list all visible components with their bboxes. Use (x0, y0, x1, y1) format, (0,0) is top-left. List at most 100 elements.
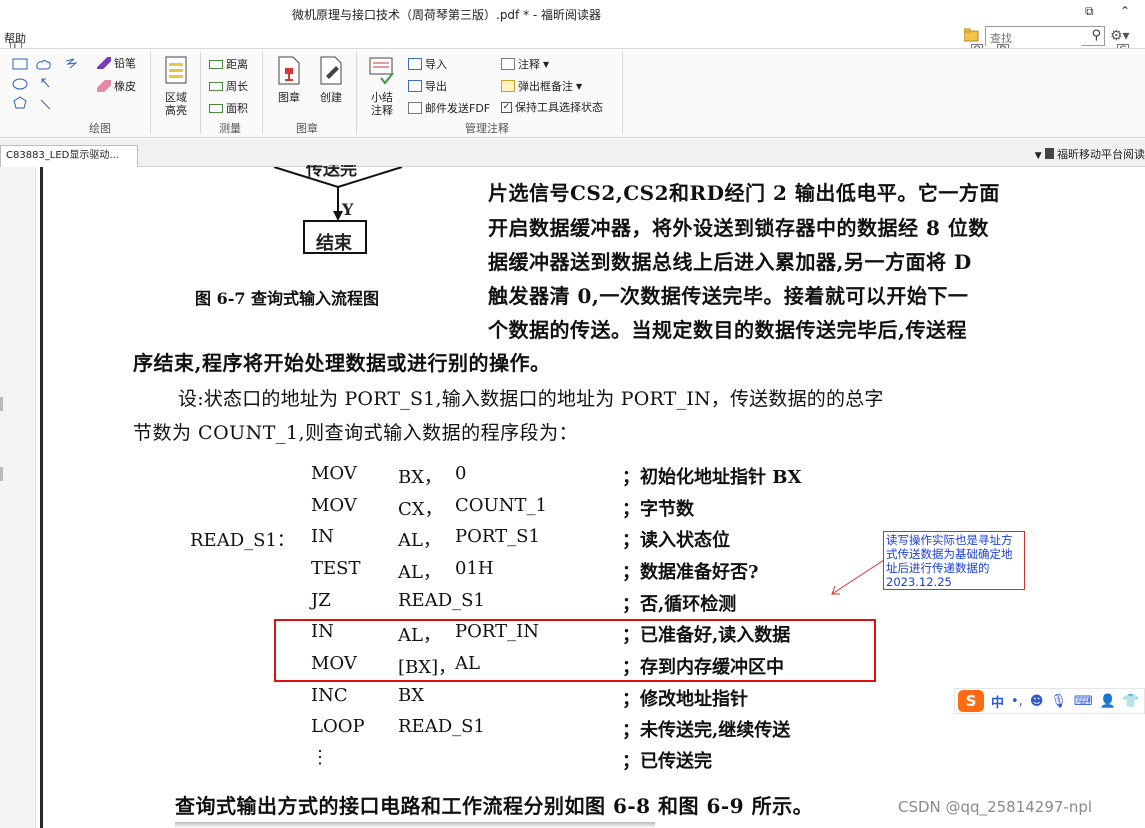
code-op: MOV (311, 495, 357, 516)
distance-button[interactable]: 距离 (209, 56, 248, 72)
document-tab[interactable]: C83883_LED显示驱动... (0, 145, 138, 167)
code-comment: ；读入状态位 (622, 530, 730, 551)
paragraph-line: 节数为 COUNT_1,则查询式输入数据的程序段为： (133, 422, 579, 444)
oval-icon (12, 78, 28, 90)
keep-tool-checkbox[interactable]: ✓ 保持工具选择状态 (501, 99, 603, 115)
code-comment: ；数据准备好否? (622, 562, 759, 583)
perimeter-icon (209, 81, 223, 91)
annotation-arrow (831, 559, 885, 595)
code-comment: ；否,循环检测 (622, 594, 737, 615)
code-op: IN (311, 526, 334, 547)
popup-note-icon (501, 80, 515, 92)
distance-icon (209, 59, 223, 69)
area-icon (209, 103, 223, 113)
paragraph-line: 触发器清 0,一次数据传送完毕。接着就可以开始下一 (488, 284, 969, 308)
search-box[interactable]: ⚲ (985, 26, 1105, 48)
code-arg1: READ_S1 (398, 716, 485, 737)
microphone-icon[interactable]: 🎙 (1050, 694, 1067, 709)
paragraph-line: 设:状态口的地址为 PORT_S1,输入数据口的地址为 PORT_IN，传送数据… (178, 388, 884, 410)
create-stamp-button[interactable]: 创建 (314, 56, 348, 104)
area-button[interactable]: 面积 (209, 100, 248, 116)
ribbon-separator (356, 52, 357, 134)
code-comment: ；初始化地址指针 BX (622, 467, 802, 488)
email-fdf-button[interactable]: 邮件发送FDF (408, 100, 490, 116)
summary-icon (369, 57, 394, 85)
csdn-watermark: CSDN @qq_25814297-npl (898, 798, 1093, 816)
comment-icon (501, 58, 515, 70)
code-arg1: AL， (398, 530, 441, 551)
checkbox-checked-icon: ✓ (501, 101, 512, 113)
import-button[interactable]: 导入 (408, 56, 447, 72)
dropdown-triangle-icon: ▼ (1034, 151, 1045, 161)
figure-caption: 图 6-7 查询式输入流程图 (195, 289, 380, 308)
code-comment: ；字节数 (622, 499, 694, 520)
emoji-icon[interactable]: ☻ (1030, 694, 1044, 709)
cloud-icon (36, 60, 51, 70)
paragraph-line: 序结束,程序将开始处理数据或进行别的操作。 (133, 351, 551, 375)
user-icon[interactable]: 👤 (1100, 694, 1116, 709)
shirt-icon[interactable]: 👕 (1123, 694, 1139, 709)
paragraph-line: 开启数据缓冲器，将外设送到锁存器中的数据经 8 位数 (488, 216, 989, 240)
stamp-button[interactable]: 图章 (272, 56, 306, 104)
tab-bar: C83883_LED显示驱动... ▼ 福昕移动平台阅读 (0, 139, 1145, 167)
code-arg2: 0 (455, 463, 467, 484)
area-highlight-button[interactable]: 区域 高亮 (160, 56, 192, 117)
eraser-button[interactable]: 橡皮 (97, 78, 136, 94)
next-line-fragment (175, 822, 655, 828)
punctuation-icon[interactable]: •, (1011, 694, 1023, 709)
export-button[interactable]: 导出 (408, 78, 447, 94)
perimeter-button[interactable]: 周长 (209, 78, 248, 94)
group-label-draw: 绘图 (89, 122, 111, 135)
title-bar: 微机原理与接口技术（周荷琴第三版）.pdf * - 福昕阅读器 ⧉ ⌃ (0, 0, 1145, 28)
import-icon (408, 58, 422, 70)
code-label: READ_S1： (190, 530, 295, 551)
code-arg2: COUNT_1 (455, 495, 547, 516)
ribbon-toggle-icon[interactable]: ⌃ (1120, 4, 1130, 18)
code-op: MOV (311, 463, 357, 484)
nav-mark (0, 467, 3, 481)
ribbon-separator (200, 52, 201, 134)
ime-toolbar[interactable]: S 中 •, ☻ 🎙 ⌨ 👤 👕 (954, 688, 1145, 714)
keyboard-icon[interactable]: ⌨ (1074, 694, 1093, 709)
popup-note-dropdown[interactable]: 弹出框备注 ▼ (501, 78, 582, 94)
comment-dropdown[interactable]: 注释 ▼ (501, 56, 549, 72)
group-label-measure: 测量 (219, 122, 241, 135)
ime-mode-chinese[interactable]: 中 (991, 692, 1004, 711)
restore-icon[interactable]: ⧉ (1085, 4, 1094, 19)
code-arg2: PORT_S1 (455, 526, 540, 547)
annotation-note[interactable]: 读写操作实际也是寻址方式传送数据为基础确定地址后进行传递数据的2023.12.2… (883, 531, 1025, 590)
code-arg2: 01H (455, 558, 494, 579)
code-op: TEST (311, 558, 361, 579)
search-icon[interactable]: ⚲ (1091, 28, 1101, 43)
draw-shape-tools (12, 58, 78, 110)
mobile-platform-link[interactable]: ▼ 福昕移动平台阅读 (1035, 146, 1145, 162)
window-title: 微机原理与接口技术（周荷琴第三版）.pdf * - 福昕阅读器 (292, 8, 602, 22)
gear-icon[interactable]: ⚙▾ (1110, 28, 1130, 44)
nav-mark (0, 397, 3, 411)
stamp-icon (278, 56, 300, 85)
create-stamp-icon (320, 56, 342, 85)
pencil-button[interactable]: 铅笔 (97, 55, 136, 71)
code-arg1: BX (398, 685, 425, 706)
highlight-rectangle[interactable] (274, 619, 876, 682)
flowchart-decision-text: 传送完 (306, 165, 357, 179)
mobile-icon (1044, 148, 1054, 159)
folder-search-icon[interactable] (964, 28, 980, 42)
code-op: JZ (311, 590, 331, 611)
code-arg1: CX， (398, 499, 443, 520)
email-icon (408, 102, 422, 114)
code-op: INC (311, 685, 348, 706)
sogou-logo[interactable]: S (958, 690, 984, 712)
left-navigation-strip[interactable] (0, 167, 36, 828)
code-arg1: READ_S1 (398, 590, 485, 611)
code-op: ⋮ (311, 747, 329, 768)
polygon-icon (13, 96, 27, 109)
area-highlight-icon (165, 56, 187, 84)
flowchart-end-text: 结束 (316, 233, 352, 254)
paragraph-line: 据缓冲器送到数据总线上后进入累加器,另一方面将 D (488, 250, 972, 274)
summarize-comments-button[interactable]: 小结 注释 (366, 56, 398, 117)
code-arg1: AL， (398, 562, 441, 583)
rectangle-icon (12, 58, 28, 70)
code-arg1: BX， (398, 467, 443, 488)
polyline-icon (65, 58, 78, 69)
